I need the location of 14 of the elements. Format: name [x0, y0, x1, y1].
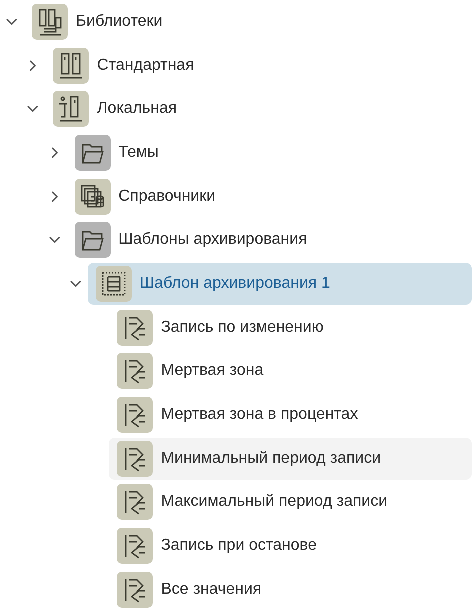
- tree-item[interactable]: Библиотеки: [24, 0, 472, 43]
- tree-item[interactable]: Мертвая зона: [109, 350, 472, 392]
- tree-item[interactable]: Все значения: [109, 568, 472, 611]
- tree-item[interactable]: Шаблоны архивирования: [66, 219, 472, 262]
- tree-item[interactable]: Минимальный период записи: [109, 438, 472, 480]
- tree-item[interactable]: Стандартная: [45, 44, 472, 87]
- tree-item[interactable]: Справочники: [66, 176, 472, 218]
- tree-item[interactable]: Запись при останове: [109, 525, 472, 568]
- tree-item[interactable]: Темы: [66, 132, 472, 174]
- tree-item[interactable]: Мертвая зона в процентах: [109, 394, 472, 436]
- tree-item[interactable]: Локальная: [45, 88, 472, 130]
- tree-item[interactable]: Запись по изменению: [109, 306, 472, 349]
- tree-item[interactable]: Шаблон архивирования 1: [88, 262, 472, 305]
- tree-item[interactable]: Максимальный период записи: [109, 481, 472, 524]
